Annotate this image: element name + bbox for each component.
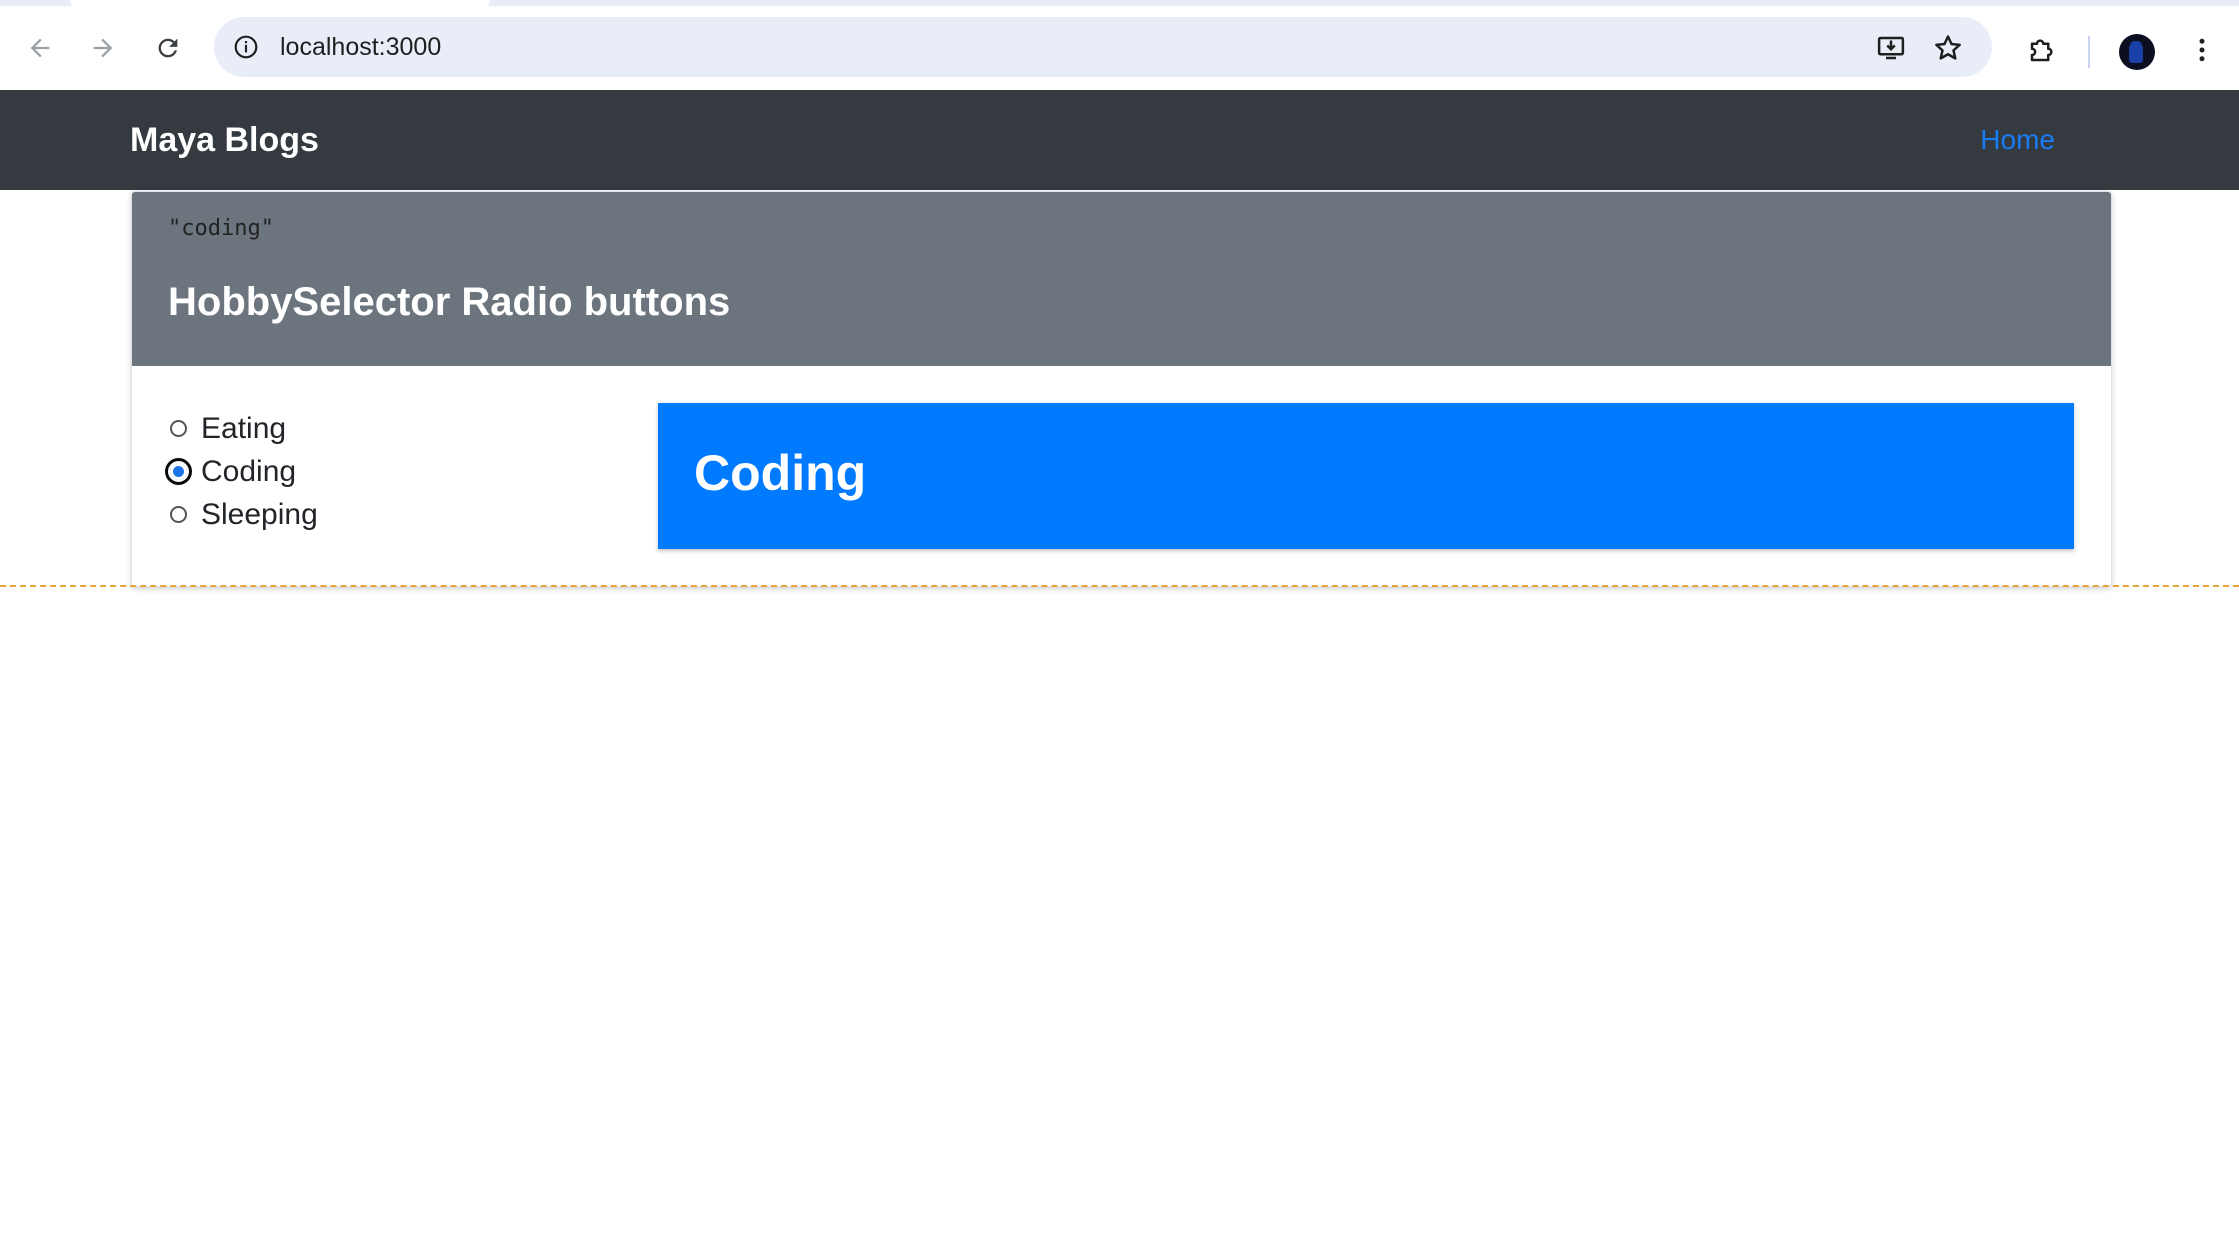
brand-title[interactable]: Maya Blogs [130, 90, 319, 190]
selected-hobby-text: Coding [694, 445, 867, 501]
hobby-selector-card: "coding" HobbySelector Radio buttons Eat… [131, 191, 2112, 587]
selected-hobby-panel: Coding [658, 403, 2074, 549]
puzzle-icon[interactable] [2024, 32, 2060, 68]
address-bar[interactable]: localhost:3000 [214, 17, 1992, 77]
radio-button[interactable] [170, 420, 187, 437]
hobby-radio-group: Eating Coding Sleeping [165, 407, 318, 536]
reload-button[interactable] [148, 28, 188, 68]
card-header: "coding" HobbySelector Radio buttons [132, 192, 2111, 366]
radio-label[interactable]: Coding [201, 455, 296, 489]
star-icon[interactable] [1931, 31, 1965, 65]
kebab-menu-icon[interactable] [2184, 32, 2220, 68]
info-icon[interactable] [230, 31, 262, 63]
url-text[interactable]: localhost:3000 [280, 17, 441, 77]
back-button[interactable] [20, 28, 60, 68]
arrow-right-icon [93, 38, 113, 58]
state-value: "coding" [168, 216, 274, 241]
app-navbar: Maya Blogs Home [0, 90, 2239, 190]
install-app-icon[interactable] [1874, 31, 1908, 65]
browser-toolbar: localhost:3000 [0, 6, 2239, 90]
forward-button[interactable] [83, 28, 123, 68]
radio-option-coding[interactable]: Coding [165, 450, 318, 493]
radio-option-sleeping[interactable]: Sleeping [168, 493, 318, 536]
home-link[interactable]: Home [1980, 90, 2055, 190]
radio-button-checked[interactable] [165, 458, 192, 485]
radio-label[interactable]: Eating [201, 412, 286, 446]
avatar[interactable] [2119, 34, 2155, 70]
radio-button[interactable] [170, 506, 187, 523]
card-title: HobbySelector Radio buttons [168, 280, 731, 324]
reload-icon [158, 38, 178, 58]
arrow-left-icon [30, 38, 50, 58]
toolbar-divider [2088, 36, 2090, 68]
radio-label[interactable]: Sleeping [201, 498, 318, 532]
radio-option-eating[interactable]: Eating [168, 407, 318, 450]
dashed-divider [0, 585, 2239, 587]
